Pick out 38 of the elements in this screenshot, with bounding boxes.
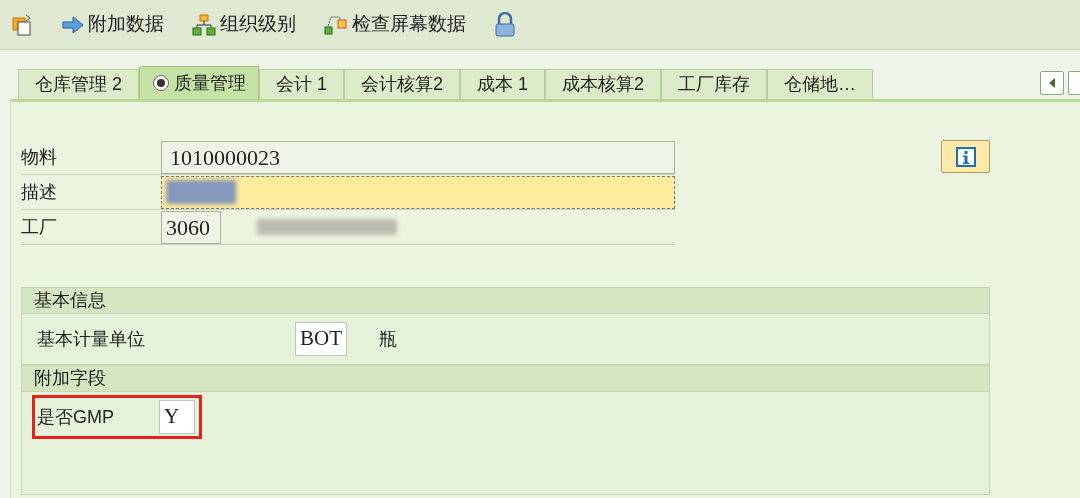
tab[interactable]: 仓储地…: [767, 69, 874, 99]
value-field[interactable]: Y: [159, 400, 195, 434]
toolbar-button[interactable]: [494, 11, 516, 38]
field-label: 基本计量单位: [37, 327, 146, 351]
plant-field[interactable]: 3060: [161, 210, 221, 244]
value-field[interactable]: BOT: [295, 322, 347, 356]
tab[interactable]: 仓库管理 2: [18, 69, 139, 99]
field-label: 物料: [21, 145, 58, 169]
toolbar-button[interactable]: 组织级别: [192, 10, 296, 39]
tab[interactable]: 会计核算2: [344, 69, 461, 99]
info-icon: [955, 146, 976, 167]
arrow-right-icon: [62, 15, 84, 34]
radio-icon: [152, 74, 170, 92]
group-title: 基本信息: [22, 288, 989, 314]
tab[interactable]: 质量管理: [139, 66, 259, 99]
field-label: 工厂: [21, 215, 58, 239]
description-field[interactable]: [161, 175, 675, 209]
tab[interactable]: 工厂库存: [661, 69, 768, 99]
scroll-left-button[interactable]: [1040, 71, 1064, 95]
toolbar-button[interactable]: [12, 12, 34, 37]
toolbar-button[interactable]: 检查屏幕数据: [324, 10, 466, 39]
scroll-right-button[interactable]: [1068, 71, 1080, 95]
hierarchy-icon: [192, 13, 216, 36]
field-label: 描述: [21, 180, 58, 204]
lock-icon: [494, 11, 516, 38]
info-button[interactable]: [941, 140, 990, 173]
linked-squares-icon: [324, 13, 348, 36]
unit-text: 瓶: [379, 327, 397, 351]
blurred-redaction: [166, 180, 236, 204]
material-field[interactable]: 1010000023: [161, 140, 675, 174]
toolbar-button[interactable]: 附加数据: [62, 10, 164, 39]
new-document-icon: [12, 12, 34, 37]
caret-left-icon: [1049, 78, 1055, 88]
tab[interactable]: 会计 1: [259, 69, 345, 99]
tab[interactable]: 成本核算2: [545, 69, 662, 99]
field-label: 是否GMP: [37, 405, 115, 429]
tab[interactable]: 成本 1: [460, 69, 546, 99]
group-title: 附加字段: [22, 366, 989, 392]
